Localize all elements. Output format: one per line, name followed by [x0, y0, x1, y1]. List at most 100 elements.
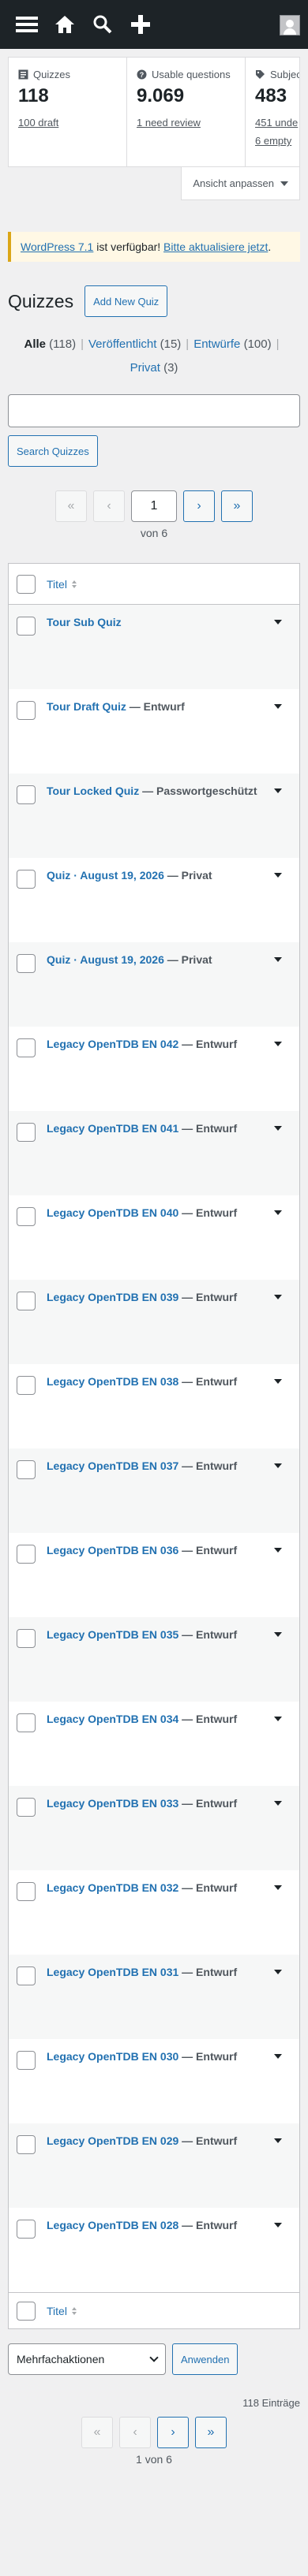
filter-drafts[interactable]: Entwürfe (100) — [193, 337, 271, 351]
toggle-row-icon[interactable] — [274, 788, 282, 793]
quiz-title-link[interactable]: Legacy OpenTDB EN 039 — [47, 1291, 178, 1303]
quiz-title-link[interactable]: Quiz · August 19, 2026 — [47, 953, 164, 966]
row-title: Legacy OpenTDB EN 038 — Entwurf — [47, 1374, 274, 1389]
toggle-row-icon[interactable] — [274, 620, 282, 624]
quiz-title-link[interactable]: Legacy OpenTDB EN 037 — [47, 1459, 178, 1472]
filter-all[interactable]: Alle (118) — [24, 337, 76, 351]
quiz-title-link[interactable]: Tour Locked Quiz — [47, 785, 139, 797]
quiz-title-link[interactable]: Legacy OpenTDB EN 032 — [47, 1881, 178, 1894]
row-checkbox[interactable] — [17, 1713, 36, 1732]
row-checkbox[interactable] — [17, 1460, 36, 1479]
search-input[interactable] — [8, 394, 300, 427]
quiz-title-link[interactable]: Legacy OpenTDB EN 031 — [47, 1966, 178, 1978]
row-checkbox[interactable] — [17, 1292, 36, 1310]
stat-sub-link[interactable]: 451 unde — [255, 117, 299, 129]
last-page-button[interactable]: » — [221, 490, 253, 522]
toggle-row-icon[interactable] — [274, 957, 282, 962]
avatar[interactable] — [280, 15, 300, 35]
quiz-title-link[interactable]: Legacy OpenTDB EN 034 — [47, 1713, 178, 1725]
plus-icon[interactable] — [122, 0, 160, 49]
home-icon[interactable] — [46, 0, 84, 49]
toggle-row-icon[interactable] — [274, 1463, 282, 1468]
stat-questions: ? Usable questions 9.069 1 need review — [127, 58, 246, 166]
toggle-row-icon[interactable] — [274, 1295, 282, 1299]
row-checkbox[interactable] — [17, 785, 36, 804]
quiz-title-link[interactable]: Legacy OpenTDB EN 042 — [47, 1038, 178, 1050]
row-checkbox[interactable] — [17, 1798, 36, 1817]
quiz-title-link[interactable]: Legacy OpenTDB EN 040 — [47, 1206, 178, 1219]
wordpress-version-link[interactable]: WordPress 7.1 — [21, 240, 93, 253]
tag-icon — [256, 70, 265, 79]
toggle-row-icon[interactable] — [274, 1548, 282, 1553]
apply-button[interactable]: Anwenden — [172, 2343, 239, 2375]
search-quizzes-button[interactable]: Search Quizzes — [8, 435, 98, 467]
next-page-button[interactable]: › — [183, 490, 215, 522]
question-icon: ? — [137, 69, 147, 80]
search-icon[interactable] — [84, 0, 122, 49]
sort-icon — [71, 2306, 77, 2315]
stat-quizzes: Quizzes 118 100 draft — [9, 58, 127, 166]
last-page-button[interactable]: » — [195, 2417, 227, 2448]
update-now-link[interactable]: Bitte aktualisiere jetzt — [163, 240, 268, 253]
quiz-title-link[interactable]: Legacy OpenTDB EN 029 — [47, 2134, 178, 2147]
screen-options-button[interactable]: Ansicht anpassen — [181, 167, 300, 200]
row-checkbox[interactable] — [17, 954, 36, 973]
toggle-row-icon[interactable] — [274, 1632, 282, 1637]
toggle-row-icon[interactable] — [274, 1042, 282, 1046]
title-column-sort[interactable]: Titel — [47, 578, 77, 591]
quiz-title-link[interactable]: Legacy OpenTDB EN 041 — [47, 1122, 178, 1135]
quiz-title-link[interactable]: Legacy OpenTDB EN 036 — [47, 1544, 178, 1556]
row-title: Legacy OpenTDB EN 029 — Entwurf — [47, 2133, 274, 2149]
quiz-title-link[interactable]: Legacy OpenTDB EN 038 — [47, 1375, 178, 1388]
row-checkbox[interactable] — [17, 2051, 36, 2070]
quizzes-table: Titel Tour Sub Quiz Tour Draft Quiz — Ent… — [8, 563, 300, 2329]
stat-sub-link-2[interactable]: 6 empty — [255, 135, 299, 147]
row-checkbox[interactable] — [17, 2220, 36, 2239]
stat-sub-link[interactable]: 100 draft — [18, 117, 117, 129]
row-checkbox[interactable] — [17, 1966, 36, 1985]
bulk-actions-select[interactable]: Mehrfachaktionen — [8, 2343, 166, 2375]
select-all-checkbox[interactable] — [17, 574, 36, 594]
stat-sub-link[interactable]: 1 need review — [137, 117, 235, 129]
row-checkbox[interactable] — [17, 1882, 36, 1901]
select-all-checkbox-footer[interactable] — [17, 2301, 36, 2321]
toggle-row-icon[interactable] — [274, 1885, 282, 1890]
row-checkbox[interactable] — [17, 1545, 36, 1564]
row-checkbox[interactable] — [17, 617, 36, 636]
quiz-title-link[interactable]: Legacy OpenTDB EN 030 — [47, 2050, 178, 2063]
toggle-row-icon[interactable] — [274, 2223, 282, 2227]
quiz-title-link[interactable]: Quiz · August 19, 2026 — [47, 869, 164, 882]
row-checkbox[interactable] — [17, 1038, 36, 1057]
toggle-row-icon[interactable] — [274, 1126, 282, 1131]
toggle-row-icon[interactable] — [274, 1379, 282, 1384]
quiz-title-link[interactable]: Legacy OpenTDB EN 033 — [47, 1797, 178, 1810]
toggle-row-icon[interactable] — [274, 1210, 282, 1215]
row-checkbox[interactable] — [17, 1207, 36, 1226]
add-new-quiz-button[interactable]: Add New Quiz — [85, 285, 168, 317]
current-page-input[interactable]: 1 — [131, 490, 177, 522]
row-checkbox[interactable] — [17, 701, 36, 720]
row-checkbox[interactable] — [17, 2135, 36, 2154]
quiz-title-link[interactable]: Tour Draft Quiz — [47, 700, 126, 713]
title-column-sort-footer[interactable]: Titel — [47, 2305, 77, 2317]
row-checkbox[interactable] — [17, 1629, 36, 1648]
row-checkbox[interactable] — [17, 1123, 36, 1142]
quiz-title-link[interactable]: Legacy OpenTDB EN 028 — [47, 2219, 178, 2231]
toggle-row-icon[interactable] — [274, 873, 282, 878]
menu-icon[interactable] — [8, 0, 46, 49]
row-checkbox[interactable] — [17, 1376, 36, 1395]
toggle-row-icon[interactable] — [274, 2138, 282, 2143]
table-row: Legacy OpenTDB EN 041 — Entwurf — [9, 1111, 299, 1195]
row-checkbox[interactable] — [17, 870, 36, 889]
next-page-button[interactable]: › — [157, 2417, 189, 2448]
toggle-row-icon[interactable] — [274, 704, 282, 709]
toggle-row-icon[interactable] — [274, 1717, 282, 1721]
stat-value: 9.069 — [137, 85, 185, 106]
filter-private[interactable]: Privat (3) — [130, 361, 178, 375]
filter-published[interactable]: Veröffentlicht (15) — [88, 337, 181, 351]
toggle-row-icon[interactable] — [274, 2054, 282, 2059]
quiz-title-link[interactable]: Legacy OpenTDB EN 035 — [47, 1628, 178, 1641]
quiz-title-link[interactable]: Tour Sub Quiz — [47, 616, 122, 628]
toggle-row-icon[interactable] — [274, 1801, 282, 1806]
toggle-row-icon[interactable] — [274, 1970, 282, 1974]
